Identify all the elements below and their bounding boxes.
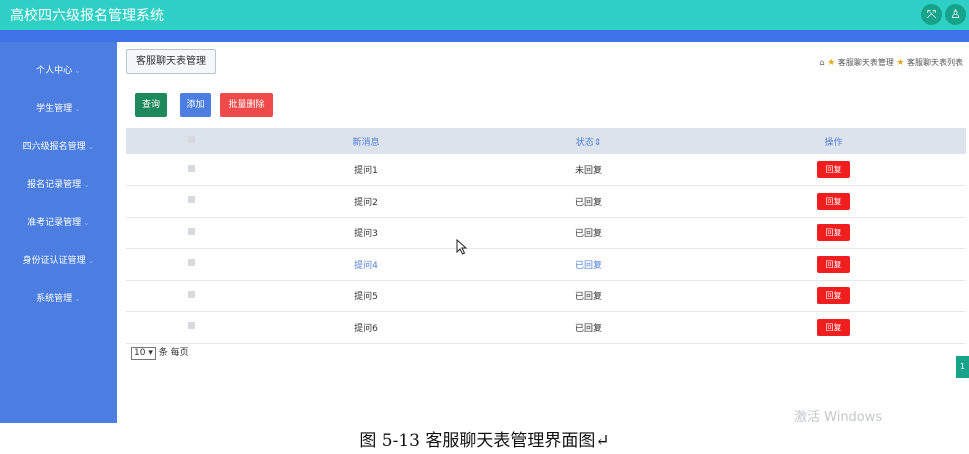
message-cell: 提问1 (256, 154, 476, 186)
breadcrumb-item[interactable]: 客服聊天表管理 (838, 58, 894, 67)
chevron-down-icon: ⌄ (74, 294, 81, 303)
message-cell: 提问4 (256, 248, 476, 281)
action-cell: 回复 (701, 311, 966, 344)
sidebar-item-label: 报名记录管理 (27, 180, 82, 190)
chevron-down-icon: ⌄ (83, 218, 90, 227)
star-icon: ★ (827, 58, 836, 68)
add-button[interactable]: 添加 (180, 93, 211, 117)
column-header-action: 操作 (701, 128, 966, 154)
sidebar-item-system[interactable]: 系统管理 ⌄ (0, 289, 117, 309)
activation-watermark: 激活 Windows (794, 410, 883, 425)
row-checkbox[interactable] (187, 164, 195, 172)
chat-table: 新消息 状态⇕ 操作 提问1 未回复 回复 提问2 已回复 回复 提问3 已回复… (126, 128, 966, 344)
fullscreen-icon[interactable]: ⤧ (921, 4, 942, 25)
reply-button[interactable]: 回复 (817, 287, 850, 305)
select-all-header[interactable] (126, 128, 256, 154)
star-icon: ★ (896, 58, 905, 68)
per-page-label: 条 每页 (158, 348, 189, 358)
status-cell: 已回复 (476, 280, 701, 312)
figure-caption: 图 5-13 客服聊天表管理界面图↵ (359, 431, 610, 451)
breadcrumb: ⌂ ★ 客服聊天表管理 ★ 客服聊天表列表 (820, 57, 963, 68)
message-cell: 提问2 (256, 185, 476, 218)
page-size-select[interactable]: 10 ▾ (131, 347, 156, 360)
home-icon[interactable]: ⌂ (820, 58, 825, 67)
sidebar-item-registration-records[interactable]: 报名记录管理 ⌄ (0, 175, 117, 195)
sidebar-item-label: 学生管理 (36, 104, 73, 114)
message-cell: 提问5 (256, 280, 476, 312)
chevron-down-icon: ▾ (148, 348, 153, 358)
sidebar-item-id-verification[interactable]: 身份证认证管理 ⌄ (0, 251, 117, 271)
sidebar-item-label: 系统管理 (36, 294, 73, 304)
sidebar-item-label: 个人中心 (36, 66, 73, 76)
table-row: 提问4 已回复 回复 (126, 248, 966, 281)
user-icon[interactable]: ♙ (945, 4, 966, 25)
sidebar-item-label: 准考记录管理 (27, 218, 82, 228)
sidebar-item-label: 身份证认证管理 (22, 256, 86, 266)
status-cell: 已回复 (476, 311, 701, 344)
app-window: 高校四六级报名管理系统 ⤧ ♙ 个人中心 ⌄ 学生管理 ⌄ 四六级报名管理 ⌄ 报名记… (0, 0, 969, 425)
row-checkbox[interactable] (187, 259, 195, 267)
top-bar: 高校四六级报名管理系统 ⤧ ♙ (0, 0, 969, 30)
table-row: 提问6 已回复 回复 (126, 311, 966, 344)
row-checkbox[interactable] (187, 322, 195, 330)
main-content: 客服聊天表管理 ⌂ ★ 客服聊天表管理 ★ 客服聊天表列表 查询 添加 批量删除… (117, 42, 969, 423)
action-cell: 回复 (701, 217, 966, 249)
chevron-down-icon: ⌄ (87, 256, 95, 265)
action-cell: 回复 (701, 185, 966, 218)
table-row: 提问2 已回复 回复 (126, 185, 966, 218)
row-checkbox[interactable] (187, 196, 195, 204)
page-size-value: 10 (134, 348, 146, 358)
page-size-control: 10 ▾ 条 每页 (131, 345, 189, 360)
row-select-cell (126, 280, 256, 312)
header-strip (0, 30, 969, 42)
row-select-cell (126, 154, 256, 186)
row-checkbox[interactable] (187, 227, 195, 235)
reply-button[interactable]: 回复 (817, 224, 850, 242)
mouse-cursor-icon (456, 239, 468, 255)
status-cell: 已回复 (476, 217, 701, 249)
reply-button[interactable]: 回复 (817, 192, 850, 210)
sidebar-item-label: 四六级报名管理 (22, 142, 86, 152)
sidebar-item-personal-center[interactable]: 个人中心 ⌄ (0, 61, 117, 81)
reply-button[interactable]: 回复 (817, 255, 850, 273)
action-cell: 回复 (701, 154, 966, 186)
chevron-down-icon: ⌄ (87, 142, 95, 151)
page-title-button[interactable]: 客服聊天表管理 (126, 49, 216, 74)
table-row: 提问1 未回复 回复 (126, 154, 966, 186)
select-all-checkbox[interactable] (187, 136, 195, 143)
chevron-down-icon: ⌄ (74, 104, 81, 113)
reply-button[interactable]: 回复 (817, 318, 850, 336)
row-checkbox[interactable] (187, 290, 195, 298)
row-select-cell (126, 311, 256, 344)
message-cell: 提问3 (256, 217, 476, 249)
sidebar-item-students[interactable]: 学生管理 ⌄ (0, 99, 117, 119)
message-cell: 提问6 (256, 311, 476, 344)
table-row: 提问3 已回复 回复 (126, 217, 966, 249)
sidebar: 个人中心 ⌄ 学生管理 ⌄ 四六级报名管理 ⌄ 报名记录管理 ⌄ 准考记录管理 ⌄ 身份证… (0, 42, 117, 423)
row-select-cell (126, 248, 256, 281)
chevron-down-icon: ⌄ (83, 180, 90, 189)
status-cell: 已回复 (476, 248, 701, 281)
table-header-row: 新消息 状态⇕ 操作 (126, 128, 966, 154)
app-title: 高校四六级报名管理系统 (10, 8, 164, 24)
row-select-cell (126, 185, 256, 218)
table-row: 提问5 已回复 回复 (126, 280, 966, 312)
status-cell: 已回复 (476, 185, 701, 218)
reply-button[interactable]: 回复 (817, 161, 850, 178)
batch-delete-button[interactable]: 批量删除 (220, 93, 273, 117)
page-number-button[interactable]: 1 (956, 356, 969, 378)
status-cell: 未回复 (476, 154, 701, 186)
chevron-down-icon: ⌄ (74, 66, 81, 75)
column-header-message: 新消息 (256, 128, 476, 154)
action-cell: 回复 (701, 248, 966, 281)
column-header-status[interactable]: 状态⇕ (476, 128, 701, 154)
sidebar-item-admission-records[interactable]: 准考记录管理 ⌄ (0, 213, 117, 233)
action-cell: 回复 (701, 280, 966, 312)
query-button[interactable]: 查询 (135, 93, 167, 117)
row-select-cell (126, 217, 256, 249)
sidebar-item-cet-registration[interactable]: 四六级报名管理 ⌄ (0, 137, 117, 157)
breadcrumb-item: 客服聊天表列表 (907, 58, 963, 67)
